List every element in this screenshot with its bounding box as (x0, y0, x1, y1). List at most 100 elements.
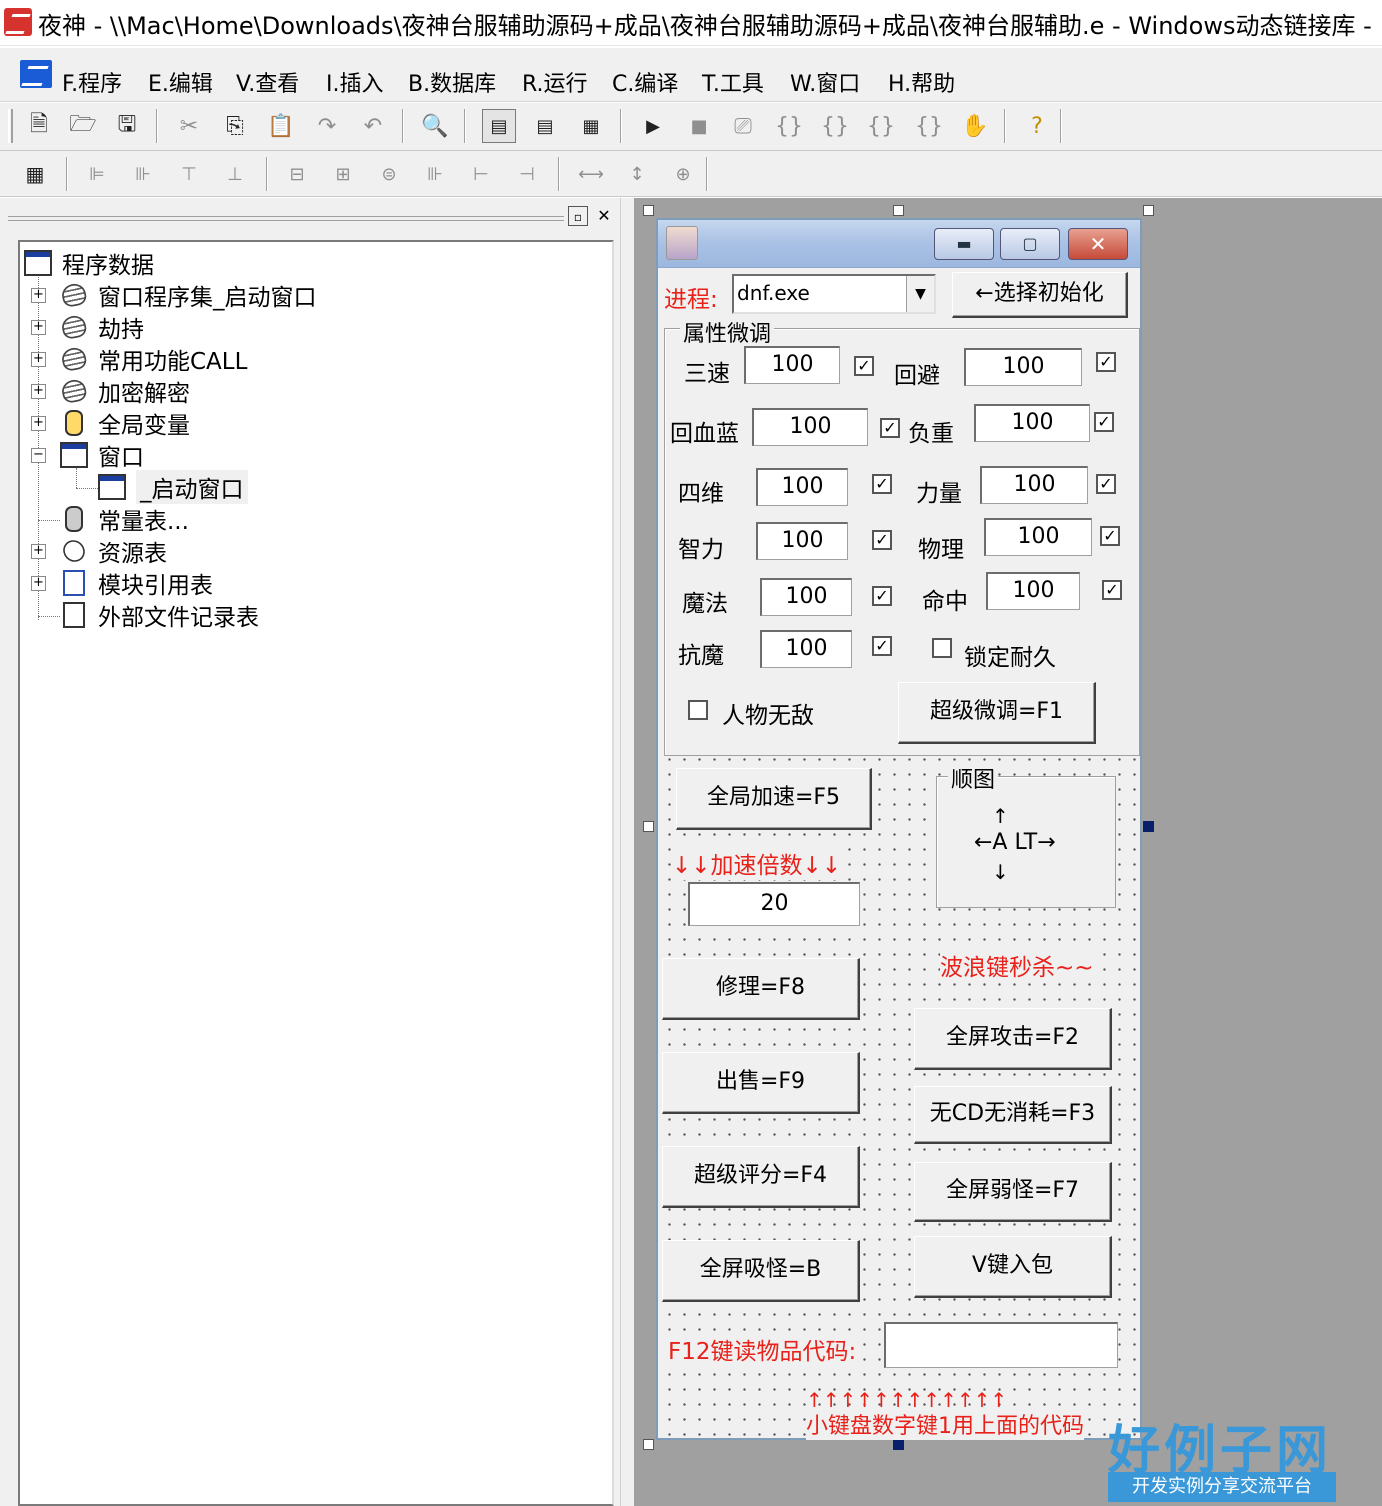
paste-icon[interactable]: 📋 (264, 109, 298, 143)
menu-window[interactable]: W.窗口 (790, 66, 860, 98)
absorb-button[interactable]: 全屏吸怪=B (662, 1240, 860, 1302)
fullscreen-attack-button[interactable]: 全屏攻击=F2 (914, 1008, 1112, 1070)
tree-item[interactable]: 外部文件记录表 (60, 600, 259, 631)
close-panel-icon[interactable]: ✕ (594, 206, 614, 226)
align-mid-icon[interactable]: ⊜ (372, 157, 406, 191)
fuzhong-checkbox[interactable]: ✓ (1094, 412, 1114, 432)
run-to-cursor-icon[interactable]: {} (912, 109, 946, 143)
align-top-icon[interactable]: ⊤ (172, 157, 206, 191)
wuli-input[interactable]: 100 (984, 518, 1092, 556)
f12-input[interactable] (884, 1322, 1118, 1368)
menu-run[interactable]: R.运行 (522, 66, 588, 98)
repair-button[interactable]: 修理=F8 (662, 958, 860, 1020)
menu-edit[interactable]: E.编辑 (148, 66, 213, 98)
zhili-checkbox[interactable]: ✓ (872, 530, 892, 550)
kangmo-input[interactable]: 100 (760, 630, 852, 668)
liliang-input[interactable]: 100 (980, 466, 1088, 504)
expand-icon[interactable]: + (31, 576, 46, 591)
liliang-checkbox[interactable]: ✓ (1096, 474, 1116, 494)
siwei-input[interactable]: 100 (756, 468, 848, 506)
lock-durability-checkbox[interactable] (932, 638, 952, 658)
expand-icon[interactable]: + (31, 320, 46, 335)
align-right-icon[interactable]: ⊪ (126, 157, 160, 191)
process-combo[interactable]: dnf.exe ▼ (732, 274, 936, 314)
fuzhong-input[interactable]: 100 (974, 404, 1090, 442)
tree-item[interactable]: 加密解密 (60, 376, 190, 407)
tree-item[interactable]: 常用功能CALL (60, 344, 247, 375)
step-icon[interactable]: ⎚ (726, 109, 760, 143)
undo-icon[interactable]: ↶ (356, 109, 390, 143)
layout2-icon[interactable]: ▤ (528, 109, 562, 143)
speed-multiplier-input[interactable]: 20 (688, 882, 860, 926)
wuli-checkbox[interactable]: ✓ (1100, 526, 1120, 546)
hand-icon[interactable]: ✋ (958, 109, 992, 143)
run-icon[interactable]: ▶ (636, 109, 670, 143)
super-tune-button[interactable]: 超级微调=F1 (898, 682, 1096, 744)
huixuelan-input[interactable]: 100 (752, 408, 868, 446)
find-icon[interactable]: 🔍 (418, 109, 452, 143)
resize-handle[interactable] (643, 1439, 654, 1450)
designed-form-window[interactable]: ▬ ▢ ✕ 进程: dnf.exe ▼ ←选择初始化 属性微调 三速 100 ✓… (656, 218, 1142, 1440)
restore-panel-icon[interactable]: ▫ (568, 206, 588, 226)
menu-help[interactable]: H.帮助 (888, 66, 955, 98)
mingzhong-input[interactable]: 100 (986, 572, 1080, 610)
sansu-checkbox[interactable]: ✓ (854, 356, 874, 376)
sell-button[interactable]: 出售=F9 (662, 1052, 860, 1114)
zhili-input[interactable]: 100 (756, 522, 848, 560)
splitter[interactable] (620, 198, 634, 1506)
mofa-input[interactable]: 100 (760, 578, 852, 616)
huixuelan-checkbox[interactable]: ✓ (880, 418, 900, 438)
space-h-icon[interactable]: ⊪ (418, 157, 452, 191)
collapse-icon[interactable]: − (31, 448, 46, 463)
minimize-icon[interactable]: ▬ (934, 228, 994, 260)
resize-handle[interactable] (643, 821, 654, 832)
help-binoculars-icon[interactable]: ? (1020, 109, 1054, 143)
open-folder-icon[interactable]: 🗁 (66, 109, 100, 143)
resize-handle[interactable] (1143, 205, 1154, 216)
tree-item[interactable]: 窗口程序集_启动窗口 (60, 280, 317, 311)
chevron-down-icon[interactable]: ▼ (906, 276, 934, 312)
step-out-icon[interactable]: {} (864, 109, 898, 143)
close-icon[interactable]: ✕ (1068, 228, 1128, 260)
expand-icon[interactable]: + (31, 416, 46, 431)
same-size-icon[interactable]: ⊕ (666, 157, 700, 191)
tree-item[interactable]: 劫持 (60, 312, 144, 343)
huibi-checkbox[interactable]: ✓ (1096, 352, 1116, 372)
center-v-icon[interactable]: ⊞ (326, 157, 360, 191)
expand-icon[interactable]: + (31, 352, 46, 367)
expand-icon[interactable]: + (31, 384, 46, 399)
menu-tools[interactable]: T.工具 (702, 66, 764, 98)
global-speed-button[interactable]: 全局加速=F5 (676, 768, 872, 830)
tree-item[interactable]: 模块引用表 (60, 568, 213, 599)
v-key-button[interactable]: V键入包 (914, 1236, 1112, 1298)
super-score-button[interactable]: 超级评分=F4 (662, 1146, 860, 1208)
tree-item[interactable]: 全局变量 (60, 408, 190, 439)
menu-view[interactable]: V.查看 (236, 66, 299, 98)
resize-handle[interactable] (893, 1439, 904, 1450)
no-cd-button[interactable]: 无CD无消耗=F3 (914, 1086, 1112, 1144)
siwei-checkbox[interactable]: ✓ (872, 474, 892, 494)
mofa-checkbox[interactable]: ✓ (872, 586, 892, 606)
tree-item-startup-window[interactable]: _启动窗口 (98, 470, 248, 504)
expand-icon[interactable]: + (31, 288, 46, 303)
form-icon[interactable]: ▦ (18, 157, 52, 191)
weaken-button[interactable]: 全屏弱怪=F7 (914, 1162, 1112, 1222)
sansu-input[interactable]: 100 (744, 346, 840, 384)
toolbar-grip[interactable] (8, 109, 13, 143)
stop-icon[interactable]: ■ (682, 109, 716, 143)
cut-icon[interactable]: ✂ (172, 109, 206, 143)
invincible-checkbox[interactable] (688, 700, 708, 720)
kangmo-checkbox[interactable]: ✓ (872, 636, 892, 656)
center-h-icon[interactable]: ⊟ (280, 157, 314, 191)
same-height-icon[interactable]: ↕ (620, 157, 654, 191)
tree-item[interactable]: 资源表 (58, 535, 167, 567)
step-over-icon[interactable]: {} (818, 109, 852, 143)
layout3-icon[interactable]: ▦ (574, 109, 608, 143)
mingzhong-checkbox[interactable]: ✓ (1102, 580, 1122, 600)
huibi-input[interactable]: 100 (964, 348, 1082, 386)
step-into-icon[interactable]: {} (772, 109, 806, 143)
space-eq-v-icon[interactable]: ⊣ (510, 157, 544, 191)
tree-root[interactable]: 程序数据 (24, 248, 154, 279)
form-title-bar[interactable]: ▬ ▢ ✕ (658, 220, 1140, 268)
resize-handle[interactable] (893, 205, 904, 216)
